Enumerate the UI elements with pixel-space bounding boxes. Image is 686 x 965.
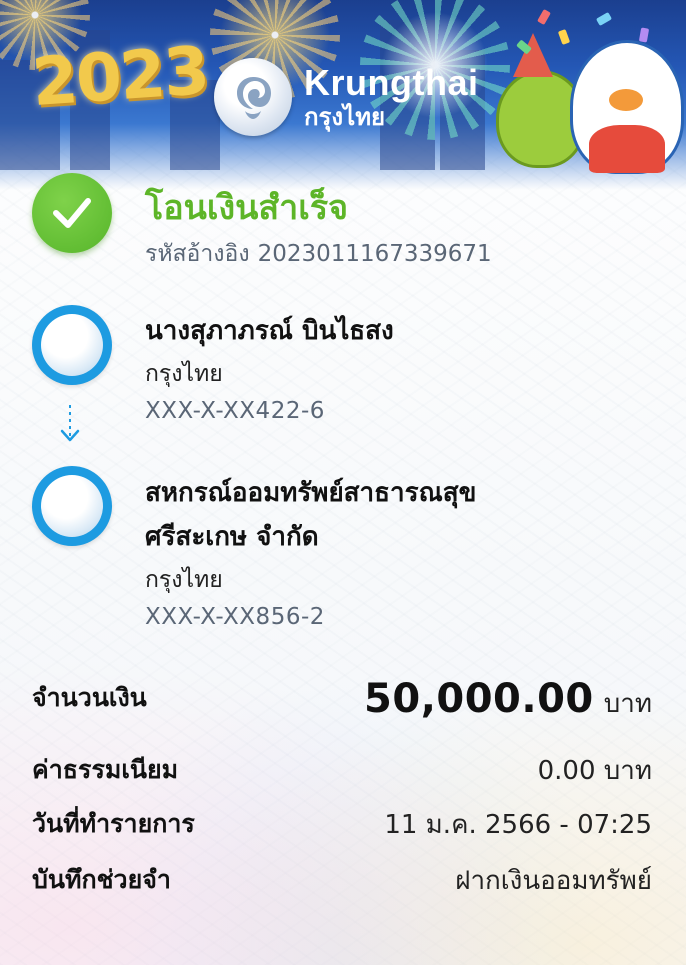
sender-account: XXX-X-XX422-6 — [145, 398, 325, 424]
reference-value: 2023011167339671 — [257, 241, 492, 267]
reference-number: รหัสอ้างอิง 2023011167339671 — [145, 236, 492, 272]
date-label: วันที่ทำรายการ — [32, 809, 195, 838]
receiver-bank-logo-icon — [32, 466, 112, 546]
amount: 50,000.00 บาท — [364, 676, 652, 724]
receiver-name-line2: ศรีสะเกษ จำกัด — [145, 522, 319, 552]
amount-label: จำนวนเงิน — [32, 683, 147, 712]
check-circle-icon — [32, 173, 112, 253]
date-value: 11 ม.ค. 2566 - 07:25 — [384, 810, 652, 840]
sender-bank-logo-icon — [32, 305, 112, 385]
sender-bank: กรุงไทย — [145, 361, 223, 387]
sender-name: นางสุภาภรณ์ บินไธสง — [145, 316, 394, 346]
amount-value: 50,000.00 — [364, 676, 594, 722]
receiver-bank: กรุงไทย — [145, 567, 223, 593]
fee-value: 0.00 บาท — [537, 756, 652, 786]
memo-value: ฝากเงินออมทรัพย์ — [455, 866, 652, 896]
reference-label: รหัสอ้างอิง — [145, 241, 250, 267]
transfer-status-title: โอนเงินสำเร็จ — [145, 188, 349, 228]
amount-unit: บาท — [603, 689, 652, 719]
receiver-account: XXX-X-XX856-2 — [145, 604, 325, 630]
fee-label: ค่าธรรมเนียม — [32, 755, 179, 784]
transfer-slip: โอนเงินสำเร็จ รหัสอ้างอิง 202301116733967… — [0, 0, 686, 965]
arrow-down-icon — [59, 403, 81, 449]
receiver-name-line1: สหกรณ์ออมทรัพย์สาธารณสุข — [145, 478, 477, 508]
memo-label: บันทึกช่วยจำ — [32, 865, 171, 894]
